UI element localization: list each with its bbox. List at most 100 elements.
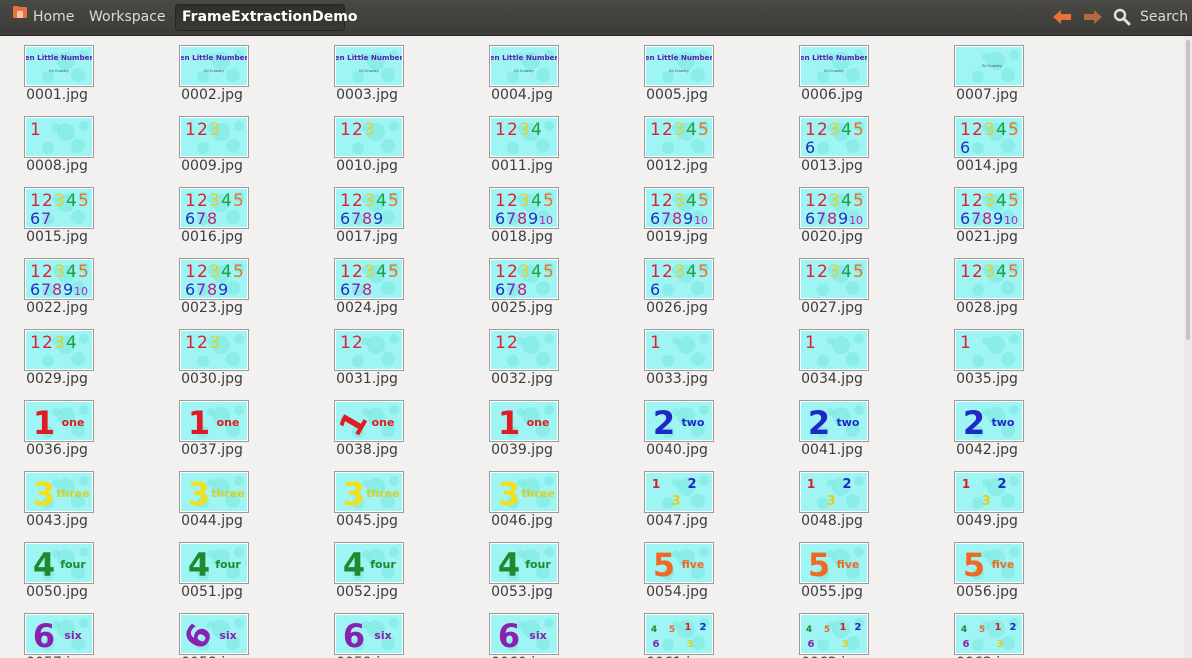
file-item[interactable]: 1 2 3 4 5 6 0013.jpg xyxy=(766,107,886,175)
image-thumbnail[interactable]: 1 one xyxy=(179,400,249,442)
file-item[interactable]: 1 2 3 0048.jpg xyxy=(766,462,886,530)
file-item[interactable]: 1 2 3 0049.jpg xyxy=(921,462,1041,530)
image-thumbnail[interactable]: 12345 6 xyxy=(954,116,1024,158)
file-item[interactable]: 1 2 3 4 5 0027.jpg xyxy=(766,249,886,317)
file-item[interactable]: 1 2 3 4 5 6 7 8 9 0017.jpg xyxy=(301,178,421,246)
file-item[interactable]: 4 four 0052.jpg xyxy=(301,533,421,601)
file-item[interactable]: 2 two 0042.jpg xyxy=(921,391,1041,459)
file-item[interactable]: 1 one 0039.jpg xyxy=(456,391,576,459)
image-thumbnail[interactable]: 1234 xyxy=(489,116,559,158)
image-thumbnail[interactable]: Ten Little Numbers Ed Crowley xyxy=(799,45,869,87)
image-thumbnail[interactable]: Ten Little Numbers Ed Crowley xyxy=(334,45,404,87)
file-item[interactable]: 2 two 0040.jpg xyxy=(611,391,731,459)
file-item[interactable]: 1 2 3 4 5 6 7 8 9 0023.jpg xyxy=(146,249,266,317)
image-thumbnail[interactable]: 4 512 6 3 xyxy=(799,613,869,655)
file-item[interactable]: 6six0058.jpg xyxy=(146,604,266,658)
image-thumbnail[interactable]: 6 six xyxy=(179,613,249,655)
image-thumbnail[interactable]: 1 2 3 4 5 6 7 8 9 10 xyxy=(644,187,714,229)
image-thumbnail[interactable]: 123 xyxy=(799,471,869,513)
file-item[interactable]: 6six0057.jpg xyxy=(0,604,111,658)
image-thumbnail[interactable]: 12345 6789 xyxy=(179,258,249,300)
image-thumbnail[interactable]: 4 512 6 3 xyxy=(954,613,1024,655)
image-thumbnail[interactable]: 6 six xyxy=(489,613,559,655)
back-arrow-icon[interactable] xyxy=(1051,7,1073,27)
image-thumbnail[interactable]: 1 xyxy=(954,329,1024,371)
file-item[interactable]: 5 five 0055.jpg xyxy=(766,533,886,601)
forward-arrow-icon[interactable] xyxy=(1082,7,1104,27)
file-item[interactable]: 1 one 0037.jpg xyxy=(146,391,266,459)
file-item[interactable]: 1 one 0036.jpg xyxy=(0,391,111,459)
breadcrumb-current[interactable]: FrameExtractionDemo xyxy=(175,4,357,31)
image-thumbnail[interactable]: 4 512 6 3 xyxy=(644,613,714,655)
image-thumbnail[interactable]: 1 one xyxy=(24,400,94,442)
file-item[interactable]: 1 2 3 4 5 6 0014.jpg xyxy=(921,107,1041,175)
file-item[interactable]: 1 2 0032.jpg xyxy=(456,320,576,388)
file-item[interactable]: 1 one 0038.jpg xyxy=(301,391,421,459)
file-item[interactable]: 4512630061.jpg xyxy=(611,604,731,658)
file-item[interactable]: 1 2 3 4 5 6 0026.jpg xyxy=(611,249,731,317)
image-thumbnail[interactable]: 12345 6 xyxy=(799,116,869,158)
image-thumbnail[interactable]: 6 six xyxy=(334,613,404,655)
file-item[interactable]: 4 four 0050.jpg xyxy=(0,533,111,601)
image-thumbnail[interactable]: 3 three xyxy=(24,471,94,513)
file-item[interactable]: 1 2 3 4 5 6 7 8 0025.jpg xyxy=(456,249,576,317)
file-item[interactable]: 1 2 3 4 5 6 7 8 9 10 0018.jpg xyxy=(456,178,576,246)
file-item[interactable]: 1 2 3 4 5 6 7 0015.jpg xyxy=(0,178,111,246)
file-item[interactable]: 4 four 0053.jpg xyxy=(456,533,576,601)
file-item[interactable]: 1 0034.jpg xyxy=(766,320,886,388)
image-thumbnail[interactable]: 12345 xyxy=(954,258,1024,300)
image-thumbnail[interactable]: 4 four xyxy=(179,542,249,584)
image-thumbnail[interactable]: Ten Little Numbers Ed Crowley xyxy=(179,45,249,87)
image-thumbnail[interactable]: Ed Crowley xyxy=(954,45,1024,87)
image-thumbnail[interactable]: 4 four xyxy=(334,542,404,584)
file-item[interactable]: 3 three 0044.jpg xyxy=(146,462,266,530)
breadcrumb-workspace[interactable]: Workspace xyxy=(83,4,171,31)
image-thumbnail[interactable]: 5 five xyxy=(644,542,714,584)
image-thumbnail[interactable]: 5 five xyxy=(954,542,1024,584)
image-thumbnail[interactable]: 1234 xyxy=(24,329,94,371)
file-item[interactable]: 1 2 3 4 5 0012.jpg xyxy=(611,107,731,175)
file-item[interactable]: 1 0033.jpg xyxy=(611,320,731,388)
file-item[interactable]: 4 four 0051.jpg xyxy=(146,533,266,601)
file-item[interactable]: Ten Little Numbers Ed Crowley 0003.jpg xyxy=(301,36,421,104)
file-item[interactable]: Ten Little Numbers Ed Crowley 0004.jpg xyxy=(456,36,576,104)
image-thumbnail[interactable]: 12 xyxy=(334,329,404,371)
file-item[interactable]: Ten Little Numbers Ed Crowley 0006.jpg xyxy=(766,36,886,104)
file-item[interactable]: 4512630062.jpg xyxy=(766,604,886,658)
file-item[interactable]: 5 five 0056.jpg xyxy=(921,533,1041,601)
file-item[interactable]: 2 two 0041.jpg xyxy=(766,391,886,459)
file-item[interactable]: 3 three 0045.jpg xyxy=(301,462,421,530)
file-item[interactable]: 6six0060.jpg xyxy=(456,604,576,658)
scrollbar-thumb[interactable] xyxy=(1186,40,1190,340)
file-item[interactable]: 1 2 3 4 5 6 7 8 9 10 0021.jpg xyxy=(921,178,1041,246)
image-thumbnail[interactable]: 3 three xyxy=(489,471,559,513)
image-thumbnail[interactable]: 12345 6 xyxy=(644,258,714,300)
image-thumbnail[interactable]: 2 two xyxy=(644,400,714,442)
image-thumbnail[interactable]: 2 two xyxy=(799,400,869,442)
file-item[interactable]: 1 2 3 0010.jpg xyxy=(301,107,421,175)
image-thumbnail[interactable]: 123 xyxy=(334,116,404,158)
file-item[interactable]: 1 2 3 4 5 6 7 8 9 10 0020.jpg xyxy=(766,178,886,246)
image-thumbnail[interactable]: 1 xyxy=(799,329,869,371)
image-thumbnail[interactable]: Ten Little Numbers Ed Crowley xyxy=(489,45,559,87)
image-thumbnail[interactable]: 12345 678 xyxy=(334,258,404,300)
image-thumbnail[interactable]: 1 2 3 4 5 6 7 8 9 10 xyxy=(799,187,869,229)
file-item[interactable]: 1 2 3 4 5 6 7 8 0016.jpg xyxy=(146,178,266,246)
image-thumbnail[interactable]: 1 xyxy=(644,329,714,371)
file-item[interactable]: Ten Little Numbers Ed Crowley 0002.jpg xyxy=(146,36,266,104)
file-item[interactable]: 1 0008.jpg xyxy=(0,107,111,175)
image-thumbnail[interactable]: 4 four xyxy=(24,542,94,584)
image-thumbnail[interactable]: 1 2 3 4 5 6 7 8 9 10 xyxy=(954,187,1024,229)
image-thumbnail[interactable]: 1 one xyxy=(489,400,559,442)
image-thumbnail[interactable]: 12345 xyxy=(799,258,869,300)
image-thumbnail[interactable]: 6 six xyxy=(24,613,94,655)
image-thumbnail[interactable]: 12 xyxy=(489,329,559,371)
image-thumbnail[interactable]: 12345 678 xyxy=(179,187,249,229)
image-thumbnail[interactable]: 3 three xyxy=(179,471,249,513)
file-item[interactable]: 1 2 3 4 5 6 7 8 9 10 0019.jpg xyxy=(611,178,731,246)
breadcrumb-home[interactable]: Home xyxy=(6,4,78,31)
file-item[interactable]: 1 2 3 4 5 0028.jpg xyxy=(921,249,1041,317)
image-thumbnail[interactable]: 12345 67 xyxy=(24,187,94,229)
image-thumbnail[interactable]: 12345 678 xyxy=(489,258,559,300)
image-thumbnail[interactable]: 4 four xyxy=(489,542,559,584)
